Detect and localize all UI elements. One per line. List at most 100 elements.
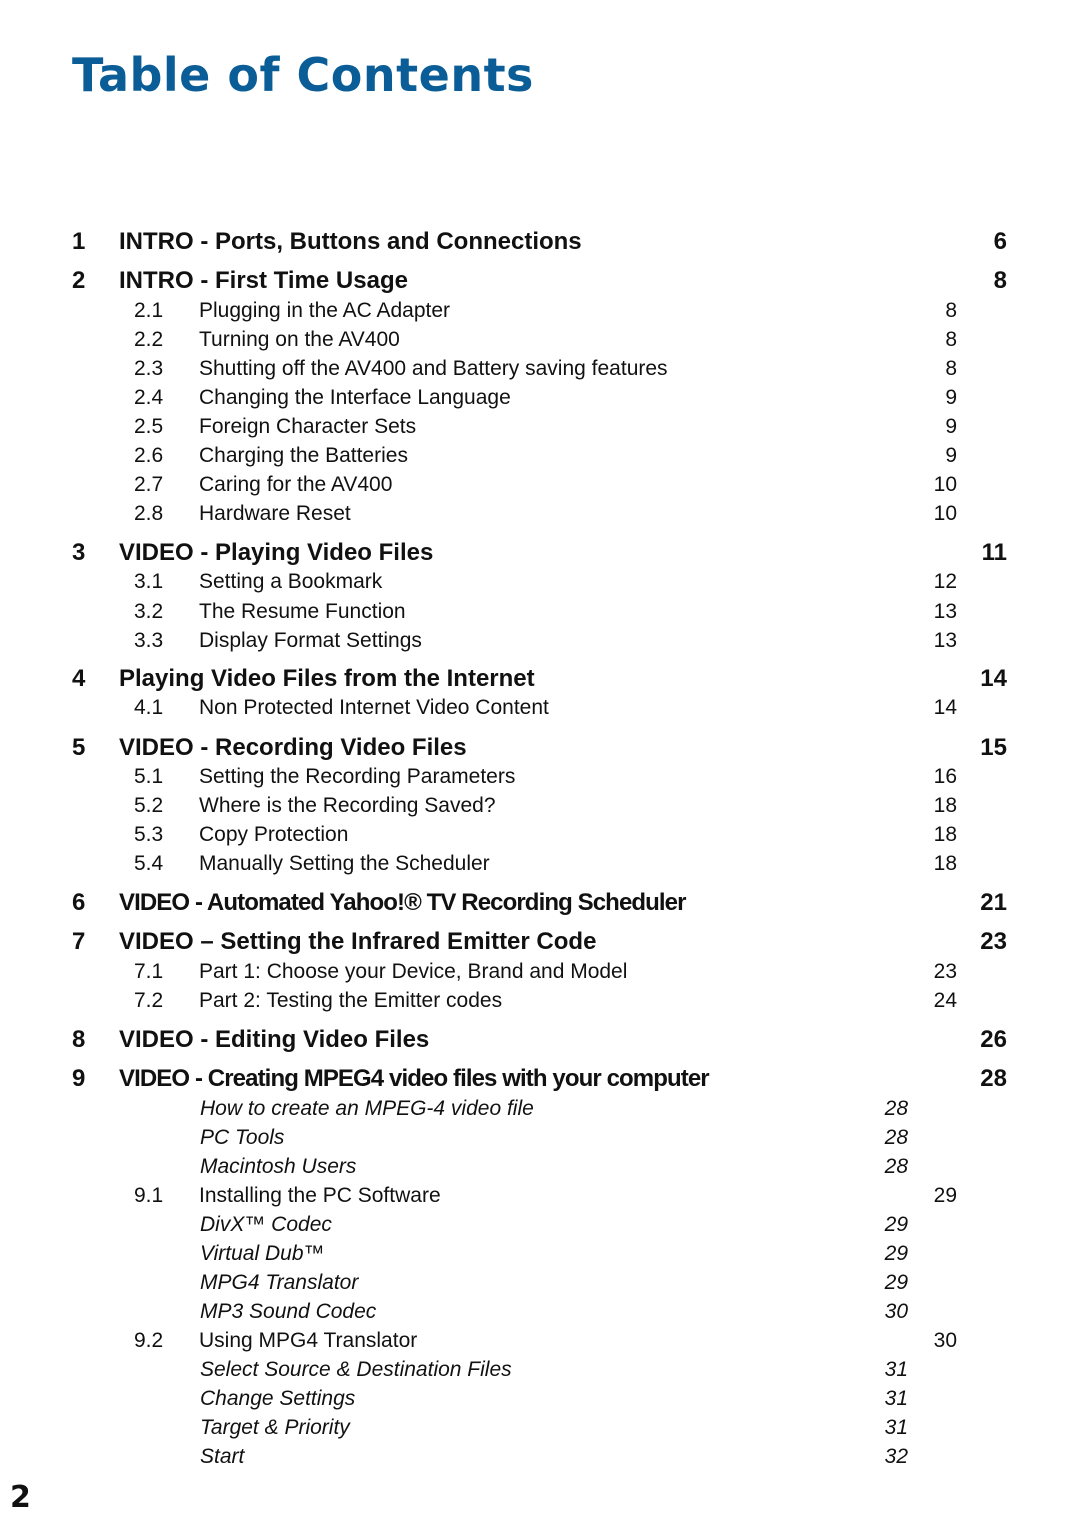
toc-entry-title[interactable]: INTRO - Ports, Buttons and Connections <box>119 228 582 256</box>
toc-entry-title[interactable]: Installing the PC Software <box>199 1184 441 1208</box>
toc-entry-title[interactable]: Macintosh Users <box>200 1155 356 1179</box>
toc-entry-page[interactable]: 30 <box>934 1329 957 1353</box>
toc-entry-title[interactable]: Part 1: Choose your Device, Brand and Mo… <box>199 960 627 984</box>
toc-entry-number: 9 <box>72 1065 86 1092</box>
toc-entry-title[interactable]: Shutting off the AV400 and Battery savin… <box>199 357 668 381</box>
toc-entry-page[interactable]: 29 <box>934 1184 957 1208</box>
toc-entry-page[interactable]: 31 <box>885 1387 908 1411</box>
toc-entry-title[interactable]: Hardware Reset <box>199 502 351 526</box>
toc-entry-number: 4.1 <box>134 696 164 719</box>
toc-entry-title[interactable]: PC Tools <box>200 1126 284 1150</box>
toc-entry-page[interactable]: 8 <box>994 267 1007 295</box>
toc-entry-page[interactable]: 18 <box>934 823 957 847</box>
toc-entry-title[interactable]: VIDEO - Playing Video Files <box>119 539 433 567</box>
toc-entry-title[interactable]: Foreign Character Sets <box>199 415 416 439</box>
toc-entry-page[interactable]: 10 <box>934 502 957 526</box>
toc-entry-page[interactable]: 29 <box>885 1213 908 1237</box>
toc-entry-title[interactable]: Using MPG4 Translator <box>199 1329 417 1353</box>
toc-entry-title[interactable]: INTRO - First Time Usage <box>119 267 408 295</box>
toc-entry-title[interactable]: The Resume Function <box>199 600 406 624</box>
toc-entry-page[interactable]: 28 <box>885 1155 908 1179</box>
toc-entry-number: 2.6 <box>134 444 164 467</box>
toc-entry-title[interactable]: Start <box>200 1445 244 1469</box>
toc-entry-title[interactable]: MP3 Sound Codec <box>200 1300 376 1324</box>
toc-entry-number: 9.2 <box>134 1329 164 1352</box>
toc-entry-page[interactable]: 31 <box>885 1358 908 1382</box>
toc-entry-page[interactable]: 28 <box>885 1126 908 1150</box>
toc-entry-page[interactable]: 18 <box>934 852 957 876</box>
toc-entry-title[interactable]: Virtual Dub™ <box>200 1242 325 1266</box>
toc-entry-title[interactable]: VIDEO - Editing Video Files <box>119 1026 429 1054</box>
toc-entry-number: 3 <box>72 539 86 566</box>
toc-entry-title[interactable]: Display Format Settings <box>199 629 422 653</box>
toc-entry-title[interactable]: Where is the Recording Saved? <box>199 794 496 818</box>
toc-entry-page[interactable]: 18 <box>934 794 957 818</box>
toc-entry-number: 2.5 <box>134 415 164 438</box>
toc-entry-title[interactable]: Part 2: Testing the Emitter codes <box>199 989 502 1013</box>
toc-entry-page[interactable]: 10 <box>934 473 957 497</box>
toc-entry-title[interactable]: Charging the Batteries <box>199 444 408 468</box>
toc-entry-title[interactable]: VIDEO – Setting the Infrared Emitter Cod… <box>119 928 596 956</box>
toc-entry-title[interactable]: Manually Setting the Scheduler <box>199 852 490 876</box>
toc-entry-page[interactable]: 23 <box>934 960 957 984</box>
toc-entry-number: 2 <box>72 267 86 294</box>
toc-entry-page[interactable]: 32 <box>885 1445 908 1469</box>
toc-entry-number: 2.7 <box>134 473 164 496</box>
toc-entry-title[interactable]: VIDEO - Creating MPEG4 video files with … <box>119 1065 710 1093</box>
toc-entry-page[interactable]: 12 <box>934 570 957 594</box>
toc-entry-page[interactable]: 14 <box>980 665 1007 693</box>
toc-entry-page[interactable]: 21 <box>980 889 1007 917</box>
toc-entry-page[interactable]: 9 <box>945 444 957 468</box>
toc-entry-number: 2.8 <box>134 502 164 525</box>
toc-entry-page[interactable]: 8 <box>945 299 957 323</box>
toc-entry-page[interactable]: 15 <box>980 734 1007 762</box>
toc-entry-title[interactable]: Non Protected Internet Video Content <box>199 696 549 720</box>
toc-entry-page[interactable]: 6 <box>994 228 1007 256</box>
toc-entry-number: 5 <box>72 734 86 761</box>
toc-entry-title[interactable]: Playing Video Files from the Internet <box>119 665 535 693</box>
toc-entry-title[interactable]: DivX™ Codec <box>200 1213 332 1237</box>
page-number: 2 <box>10 1480 31 1515</box>
toc-entry-page[interactable]: 8 <box>945 357 957 381</box>
toc-entry-page[interactable]: 13 <box>934 629 957 653</box>
toc-entry-number: 7.2 <box>134 989 164 1012</box>
toc-entry-number: 1 <box>72 228 86 255</box>
toc-entry-title[interactable]: Changing the Interface Language <box>199 386 511 410</box>
toc-entry-title[interactable]: Caring for the AV400 <box>199 473 392 497</box>
toc-entry-title[interactable]: VIDEO - Recording Video Files <box>119 734 467 762</box>
toc-entry-page[interactable]: 28 <box>885 1097 908 1121</box>
toc-entry-page[interactable]: 31 <box>885 1416 908 1440</box>
toc-entry-number: 3.2 <box>134 600 164 623</box>
toc-entry-title[interactable]: Plugging in the AC Adapter <box>199 299 450 323</box>
toc-entry-title[interactable]: VIDEO - Automated Yahoo!® TV Recording S… <box>119 889 686 917</box>
toc-entry-number: 3.3 <box>134 629 164 652</box>
toc-entry-page[interactable]: 26 <box>980 1026 1007 1054</box>
toc-entry-title[interactable]: Change Settings <box>200 1387 355 1411</box>
toc-entry-number: 3.1 <box>134 570 164 593</box>
toc-entry-page[interactable]: 8 <box>945 328 957 352</box>
toc-entry-page[interactable]: 13 <box>934 600 957 624</box>
toc-entry-number: 2.4 <box>134 386 164 409</box>
toc-entry-page[interactable]: 11 <box>982 539 1007 567</box>
toc-entry-title[interactable]: How to create an MPEG-4 video file <box>200 1097 534 1121</box>
toc-entry-number: 5.4 <box>134 852 164 875</box>
toc-entry-page[interactable]: 23 <box>980 928 1007 956</box>
toc-entry-title[interactable]: Target & Priority <box>200 1416 350 1440</box>
toc-entry-title[interactable]: Select Source & Destination Files <box>200 1358 512 1382</box>
toc-entry-title[interactable]: Setting the Recording Parameters <box>199 765 515 789</box>
toc-entry-title[interactable]: MPG4 Translator <box>200 1271 358 1295</box>
toc-entry-number: 7 <box>72 928 86 955</box>
toc-entry-page[interactable]: 28 <box>980 1065 1007 1093</box>
toc-entry-title[interactable]: Turning on the AV400 <box>199 328 400 352</box>
toc-entry-page[interactable]: 30 <box>885 1300 908 1324</box>
toc-entry-page[interactable]: 24 <box>934 989 957 1013</box>
toc-entry-page[interactable]: 9 <box>945 415 957 439</box>
toc-entry-page[interactable]: 29 <box>885 1271 908 1295</box>
toc-entry-page[interactable]: 14 <box>934 696 957 720</box>
toc-entry-page[interactable]: 29 <box>885 1242 908 1266</box>
toc-entry-page[interactable]: 9 <box>945 386 957 410</box>
toc-entry-page[interactable]: 16 <box>934 765 957 789</box>
toc-entry-title[interactable]: Setting a Bookmark <box>199 570 382 594</box>
toc-entry-title[interactable]: Copy Protection <box>199 823 348 847</box>
toc-entry-number: 5.2 <box>134 794 164 817</box>
